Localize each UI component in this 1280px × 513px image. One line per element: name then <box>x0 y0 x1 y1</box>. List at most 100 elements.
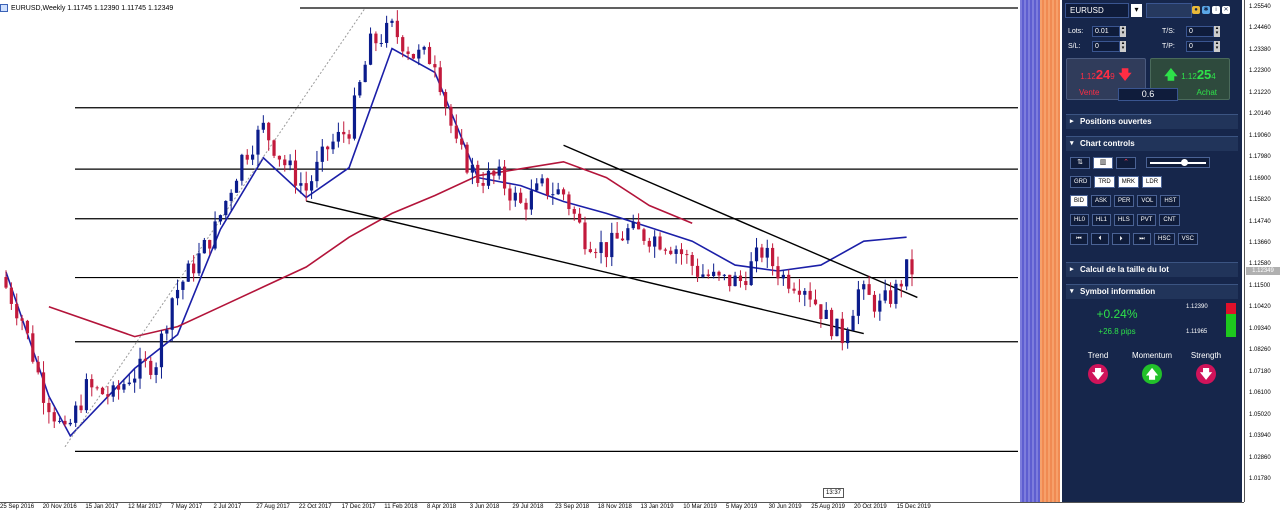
line-toggle-icon[interactable]: ⌃ <box>1116 157 1136 169</box>
price-axis-label: 1.22300 <box>1249 68 1271 75</box>
sell-price: 1.12249 🡇 <box>1067 66 1145 88</box>
candle-body <box>529 190 533 210</box>
last-icon[interactable]: ⏭ <box>1133 233 1151 245</box>
cc-button-ask[interactable]: ASK <box>1091 195 1112 207</box>
candle-body <box>722 274 726 276</box>
candle-body <box>856 289 860 316</box>
candle-body <box>749 261 753 286</box>
cc-button-vsc[interactable]: VSC <box>1177 233 1199 245</box>
palette-icon[interactable]: ● <box>1192 6 1200 14</box>
first-icon[interactable]: ⏮ <box>1070 233 1088 245</box>
cc-button-hls[interactable]: HLS <box>1114 214 1134 226</box>
cc-row-2: GRD TRD MRK LDR <box>1070 176 1163 188</box>
candle-body <box>95 387 99 389</box>
tp-spinner[interactable]: ▴ ▾ <box>1214 41 1220 52</box>
symbol-extra-field[interactable] <box>1146 3 1192 18</box>
sl-input[interactable]: 0 <box>1092 41 1120 52</box>
candle-body <box>234 180 239 193</box>
symbol-select[interactable]: EURUSD <box>1065 3 1129 18</box>
candle-body <box>347 134 351 139</box>
date-axis: 25 Sep 2016 20 Nov 2016 15 Jan 2017 12 Mar … <box>0 502 1244 513</box>
candles-toggle-icon[interactable]: ⇅ <box>1070 157 1090 169</box>
ts-input[interactable]: 0 <box>1186 26 1214 37</box>
candle-body <box>872 294 877 312</box>
candle-body <box>127 382 131 385</box>
candle-body <box>326 146 330 150</box>
chevron-down-icon: ▾ <box>1070 140 1074 147</box>
cc-button-hsc[interactable]: HSC <box>1154 233 1175 245</box>
chevron-right-icon: ▸ <box>1070 266 1074 273</box>
arrow-down-icon: 🡇 <box>1118 67 1132 82</box>
candle-body <box>642 229 646 241</box>
cc-button-cnt[interactable]: CNT <box>1159 214 1180 226</box>
candle-body <box>808 290 812 300</box>
price-axis-label: 1.05020 <box>1249 411 1271 418</box>
price-axis-label: 1.21220 <box>1249 89 1271 96</box>
date-axis-label: 7 May 2017 <box>170 504 203 510</box>
chart-title: EURUSD,Weekly 1.11745 1.12390 1.11745 1.… <box>0 2 173 14</box>
gear-icon[interactable]: ✱ <box>1202 6 1210 14</box>
quantity-input[interactable]: 0.6 <box>1118 88 1178 101</box>
cc-button-trd[interactable]: TRD <box>1094 176 1115 188</box>
candle-body <box>905 259 909 287</box>
chevron-right-icon: ▸ <box>1070 118 1074 125</box>
ts-spinner[interactable]: ▴ ▾ <box>1214 26 1220 37</box>
cc-button-ldr[interactable]: LDR <box>1142 176 1163 188</box>
candle-body <box>122 384 126 390</box>
arrow-up-icon: 🡅 <box>1164 67 1178 82</box>
candle-body <box>690 254 694 266</box>
cc-button-bid[interactable]: BID <box>1070 195 1089 207</box>
candle-body <box>636 221 641 230</box>
chevron-down-icon[interactable]: ▾ <box>1131 4 1142 17</box>
date-axis-label: 30 Jun 2019 <box>768 504 802 510</box>
cc-button-grd[interactable]: GRD <box>1070 176 1092 188</box>
price-axis-label: 1.20140 <box>1249 111 1271 118</box>
sell-price-prefix: 1.12 <box>1080 72 1096 81</box>
range-high: 1.12390 <box>1186 304 1208 310</box>
candle-body <box>277 155 282 160</box>
prev-icon[interactable]: ⏴ <box>1091 233 1109 245</box>
candle-body <box>524 202 528 210</box>
candle-body <box>342 131 346 135</box>
candle-body <box>792 288 796 291</box>
tp-input[interactable]: 0 <box>1186 41 1214 52</box>
candle-body <box>352 95 357 139</box>
candle-body <box>111 385 115 397</box>
cc-button-pvt[interactable]: PVT <box>1136 214 1157 226</box>
section-lot-calc[interactable]: ▸ Calcul de la taille du lot <box>1066 262 1238 277</box>
candle-body <box>309 181 314 191</box>
cc-button-mrk[interactable]: MRK <box>1117 176 1140 188</box>
trading-panel: EURUSD ▾ ● ✱ i ✕ Lots: 0.01 ▴ ▾ T/S: 0 ▴ ▾… <box>1062 0 1242 502</box>
section-symbol-info[interactable]: ▾ Symbol information <box>1066 284 1238 299</box>
candle-body <box>175 289 180 299</box>
candle-body <box>819 304 823 319</box>
price-chart[interactable]: EURUSD,Weekly 1.11745 1.12390 1.11745 1.… <box>0 0 1244 513</box>
candle-body <box>192 263 196 274</box>
candle-body <box>283 159 287 166</box>
price-axis[interactable]: 1.12349 1.25540 1.24460 1.23380 1.22300 1.21… <box>1244 0 1280 502</box>
price-axis-label: 1.12580 <box>1249 261 1271 268</box>
cc-button-per[interactable]: PER <box>1114 195 1135 207</box>
sl-spinner[interactable]: ▴ ▾ <box>1120 41 1126 52</box>
candle-body <box>701 274 705 277</box>
date-axis-label: 3 Jun 2018 <box>469 504 500 510</box>
cc-button-hl1[interactable]: HL1 <box>1092 214 1112 226</box>
cc-button-hst[interactable]: HST <box>1160 195 1181 207</box>
zoom-slider-knob[interactable] <box>1181 159 1188 166</box>
candle-body <box>787 274 791 289</box>
section-symbol-info-label: Symbol information <box>1080 287 1156 296</box>
close-icon[interactable]: ✕ <box>1222 6 1230 14</box>
section-positions[interactable]: ▸ Positions ouvertes <box>1066 114 1238 129</box>
zoom-slider[interactable] <box>1146 157 1210 168</box>
bars-toggle-icon[interactable]: ▥ <box>1093 157 1113 169</box>
lots-input[interactable]: 0.01 <box>1092 26 1120 37</box>
info-icon[interactable]: i <box>1212 6 1220 14</box>
candle-body <box>567 194 571 210</box>
next-icon[interactable]: ⏵ <box>1112 233 1130 245</box>
cc-button-hl0[interactable]: HL0 <box>1070 214 1090 226</box>
section-chart-controls[interactable]: ▾ Chart controls <box>1066 136 1238 151</box>
candle-body <box>9 287 13 304</box>
cc-button-vol[interactable]: VOL <box>1137 195 1158 207</box>
candle-body <box>213 221 217 249</box>
lots-spinner[interactable]: ▴ ▾ <box>1120 26 1126 37</box>
